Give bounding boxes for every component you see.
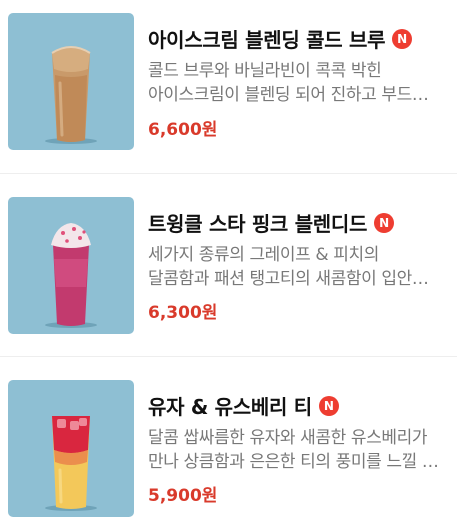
drink-cold-brew-blended-image xyxy=(8,13,134,150)
new-badge-icon: N xyxy=(318,395,339,416)
menu-item-description: 달콤 쌉싸름한 유자와 새콤한 유스베리가 만나 상큼함과 은은한 티의 풍미를… xyxy=(148,428,438,472)
menu-item-title-row: 아이스크림 블렌딩 콜드 브루 N xyxy=(148,24,413,53)
menu-item-twinkle-star-pink-blended[interactable]: 트윙클 스타 핑크 블렌디드 N 세가지 종류의 그레이프 & 피치의 달콤함과… xyxy=(0,185,457,360)
divider xyxy=(0,356,457,357)
menu-item-ice-cream-cold-brew[interactable]: 아이스크림 블렌딩 콜드 브루 N 콜드 브루와 바닐라빈이 콕콕 박힌 아이스… xyxy=(0,0,457,175)
menu-item-title-row: 유자 & 유스베리 티 N xyxy=(148,391,339,420)
menu-item-description: 콜드 브루와 바닐라빈이 콕콕 박힌 아이스크림이 블렌딩 되어 진하고 부드러… xyxy=(148,61,443,105)
menu-item-description: 세가지 종류의 그레이프 & 피치의 달콤함과 패션 탱고티의 새콤함이 입안 … xyxy=(148,245,412,289)
menu-item-price: 5,900원 xyxy=(148,486,218,506)
drink-pink-blended-image xyxy=(8,197,134,334)
menu-list: 아이스크림 블렌딩 콜드 브루 N 콜드 브루와 바닐라빈이 콕콕 박힌 아이스… xyxy=(0,0,457,532)
new-badge-icon: N xyxy=(374,212,395,233)
menu-item-yuja-youthberry-tea[interactable]: 유자 & 유스베리 티 N 달콤 쌉싸름한 유자와 새콤한 유스베리가 만나 상… xyxy=(0,368,457,532)
menu-item-title: 트윙클 스타 핑크 블렌디드 xyxy=(148,212,368,236)
divider xyxy=(0,173,457,174)
menu-item-price: 6,600원 xyxy=(148,120,218,140)
menu-item-price: 6,300원 xyxy=(148,303,218,323)
menu-item-title: 유자 & 유스베리 티 xyxy=(148,395,312,419)
drink-yuja-tea-image xyxy=(8,380,134,517)
menu-item-title-row: 트윙클 스타 핑크 블렌디드 N xyxy=(148,208,395,237)
new-badge-icon: N xyxy=(392,28,413,49)
menu-item-title: 아이스크림 블렌딩 콜드 브루 xyxy=(148,28,386,52)
